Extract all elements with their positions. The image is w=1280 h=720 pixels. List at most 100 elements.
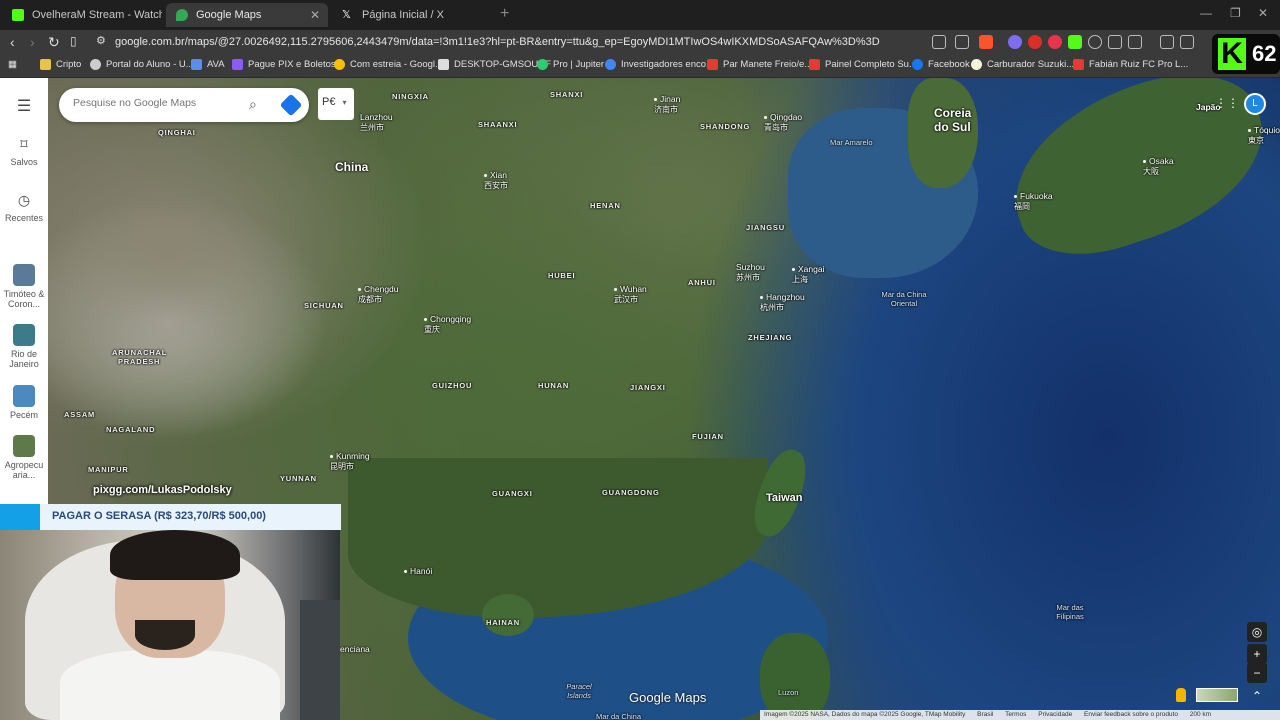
streamer-beard [135,620,195,650]
new-tab-button[interactable]: + [500,5,509,23]
saved-button[interactable]: ⌑ Salvos [0,136,48,167]
city-label[interactable]: Jinan 济南市 [654,94,680,115]
search-input[interactable] [73,97,233,109]
imagery-credit: Imagem ©2025 NASA, Dados do mapa ©2025 G… [764,711,966,718]
country-label[interactable]: do Sul [934,120,971,134]
city-label[interactable]: Fukuoka 福岡 [1014,191,1053,212]
my-location-icon[interactable]: ◎ [1247,622,1267,642]
country-label[interactable]: Taiwan [766,492,802,504]
feedback-link[interactable]: Enviar feedback sobre o produto [1084,711,1178,718]
music-icon[interactable] [1160,35,1174,49]
menu-icon[interactable]: ☰ [0,96,48,116]
bookmark-item[interactable]: Pro | Jupiter [537,59,604,70]
reload-icon[interactable]: ↻ [48,34,60,51]
city-label[interactable]: Chengdu 成都市 [358,284,399,305]
province-label: ANHUI [688,278,716,287]
tab-kick-stream[interactable]: OvelheraM Stream - Watch Live on K [2,3,162,27]
recent-place[interactable]: Pecém [0,385,48,420]
category-chip[interactable]: P€ ▾ [318,88,354,120]
chevron-down-icon: ▾ [342,98,347,107]
terms-link[interactable]: Termos [1005,711,1026,718]
zoom-in-button[interactable]: + [1247,644,1267,664]
recent-place[interactable]: Agropecu aria... [0,435,48,480]
bookmark-item[interactable]: Carburador Suzuki... [971,59,1074,70]
bookmark-item[interactable]: Investigadores enco... [605,59,714,70]
tab-search-icon[interactable] [1128,35,1142,49]
bookmark-page-icon[interactable]: ▯ [70,34,77,48]
close-window-icon[interactable]: ✕ [1258,6,1268,20]
province-label: GUANGDONG [602,488,660,497]
recents-button[interactable]: ◷ Recentes [0,192,48,223]
sidebar-icon[interactable] [1180,35,1194,49]
brave-shield-icon[interactable] [979,35,993,49]
extension-icon[interactable] [1048,35,1062,49]
bookmark-item[interactable]: Fabián Ruiz FC Pro L... [1073,59,1188,70]
scale-bar[interactable]: 200 km [1190,711,1211,718]
bookmark-item[interactable]: Facebook [912,59,970,70]
country-link[interactable]: Brasil [977,711,993,718]
tab-x-home[interactable]: 𝕏 Página Inicial / X [332,3,492,27]
tab-title: Página Inicial / X [362,9,444,21]
city-label[interactable]: Hanói [404,566,432,576]
bookmark-item[interactable]: Cripto [40,59,81,70]
province-label: PRADESH [118,357,161,366]
privacy-link[interactable]: Privacidade [1038,711,1072,718]
search-icon[interactable]: ⌕ [249,96,257,113]
back-icon[interactable]: ‹ [10,34,15,50]
url-field[interactable]: google.com.br/maps/@27.0026492,115.27956… [115,36,880,48]
city-label[interactable]: enciana [340,644,370,654]
site-icon [707,59,718,70]
directions-icon[interactable] [279,93,303,117]
recent-place[interactable]: Rio de Janeiro [0,324,48,369]
forward-icon[interactable]: › [30,34,35,50]
country-label[interactable]: China [335,160,368,174]
extension-icon[interactable] [1008,35,1022,49]
bookmark-item[interactable]: Pague PIX e Boletos... [232,59,344,70]
bookmark-item[interactable]: Com estreia - Googl... [334,59,443,70]
extension-icon[interactable] [1068,35,1082,49]
tab-google-maps[interactable]: Google Maps ✕ [166,3,328,27]
site-icon [809,59,820,70]
city-label[interactable]: Lanzhou 兰州市 [360,112,393,133]
tab-title: Google Maps [196,9,262,21]
bookmark-item[interactable]: Par Manete Freio/e... [707,59,812,70]
extension-icon[interactable] [1028,35,1042,49]
layers-button[interactable] [1196,688,1238,702]
country-label[interactable]: Coreia [934,106,971,120]
share-icon[interactable] [955,35,969,49]
close-tab-icon[interactable]: ✕ [310,8,320,22]
donation-goal-banner: PAGAR O SERASA (R$ 323,70/R$ 500,00) [0,504,341,530]
city-label[interactable]: Hangzhou 杭州市 [760,292,805,313]
google-apps-icon[interactable]: ⋮⋮ [1215,96,1239,110]
bookmark-item[interactable]: DESKTOP-GMSOUHF [438,59,551,70]
city-label[interactable]: Xian 西安市 [484,170,508,191]
account-avatar[interactable]: L [1244,93,1266,115]
city-label[interactable]: Tóquio 東京 [1248,125,1280,146]
bookmark-item[interactable]: Painel Completo Su... [809,59,917,70]
city-label[interactable]: Xangai 上海 [792,264,824,285]
minimize-icon[interactable]: — [1200,6,1212,20]
site-info-icon[interactable]: ⚙ [96,34,106,47]
street-view-pegman-icon[interactable] [1176,688,1186,702]
recent-place[interactable]: Timóteo & Coron... [0,264,48,309]
city-label[interactable]: Chongqing 重庆 [424,314,471,335]
province-label: NAGALAND [106,425,156,434]
city-label[interactable]: Suzhou 苏州市 [736,262,765,283]
screencast-icon[interactable] [932,35,946,49]
city-label[interactable]: Wuhan 武汉市 [614,284,647,305]
expand-icon[interactable]: ⌃ [1247,686,1267,706]
city-label[interactable]: Qingdao 青岛市 [764,112,802,133]
extension-icon[interactable] [1088,35,1102,49]
google-icon [605,59,616,70]
bookmark-item[interactable]: Portal do Aluno - U... [90,59,194,70]
site-icon [90,59,101,70]
puzzle-icon[interactable] [1108,35,1122,49]
sea-label: Mar Amarelo [830,138,873,147]
island-label: Paracel Islands [566,682,592,700]
apps-grid-icon[interactable]: ▦ [8,59,17,70]
city-label[interactable]: Kunming 昆明市 [330,451,370,472]
zoom-out-button[interactable]: − [1247,663,1267,683]
maximize-icon[interactable]: ❐ [1230,6,1241,20]
bookmark-item[interactable]: AVA [191,59,225,70]
city-label[interactable]: Osaka 大阪 [1143,156,1174,177]
